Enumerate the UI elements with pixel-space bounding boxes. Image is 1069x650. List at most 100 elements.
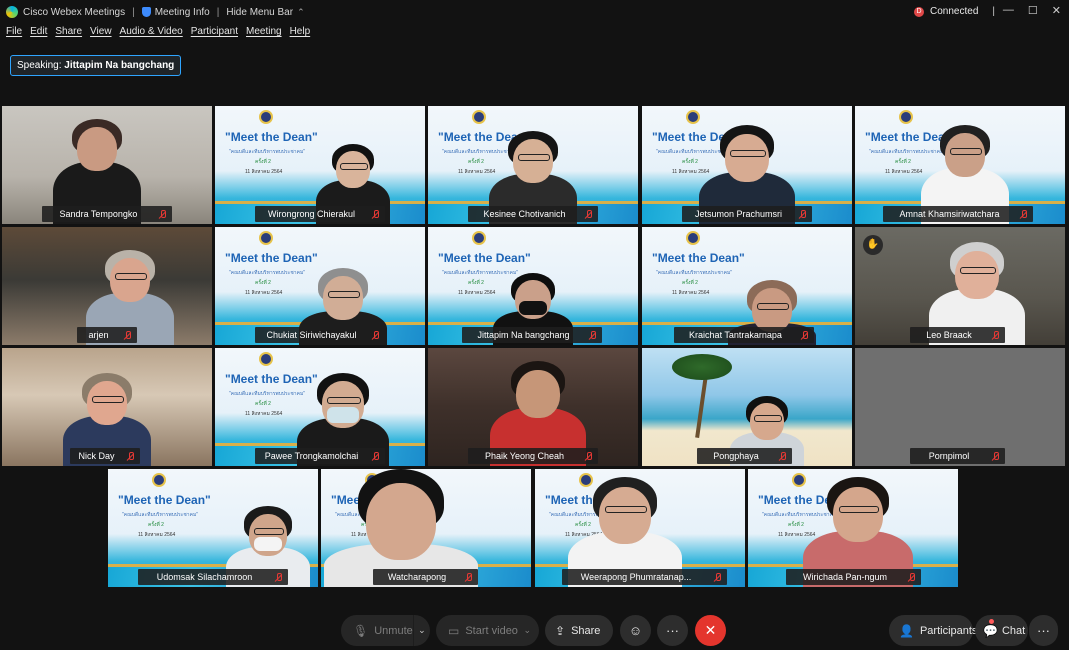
microphone-muted-icon — [159, 209, 166, 219]
participant-name-tag: Leo Braack — [910, 327, 1005, 343]
menu-meeting[interactable]: Meeting — [246, 26, 282, 42]
participant-video-tile[interactable]: "Meet the Dean""คณบดีและทีมบริหารพบประชา… — [108, 469, 318, 587]
participant-video-tile[interactable]: Sandra Tempongko — [2, 106, 212, 224]
participant-video-tile[interactable]: Nick Day — [2, 348, 212, 466]
microphone-muted-icon — [908, 572, 915, 582]
participant-video-tile[interactable]: "Meet the Dean""คณบดีและทีมบริหารพบประชา… — [535, 469, 745, 587]
participant-video-tile[interactable]: "Meet the Dean""คณบดีและทีมบริหารพบประชา… — [215, 227, 425, 345]
start-video-button[interactable]: ▭ Start video ⌄ — [436, 615, 539, 646]
menu-audio-video[interactable]: Audio & Video — [120, 26, 183, 42]
glasses — [730, 149, 766, 157]
glasses — [517, 154, 551, 161]
speaking-indicator: Speaking: Jittapim Na bangchang — [10, 55, 182, 76]
microphone-muted-icon — [1020, 209, 1027, 219]
microphone-muted-icon — [799, 209, 806, 219]
chevron-down-icon[interactable]: ⌄ — [412, 615, 430, 646]
menu-help[interactable]: Help — [290, 26, 311, 42]
participants-button[interactable]: 👤 Participants — [889, 615, 977, 646]
participant-name-tag: Kraichat Tantrakarnapa — [674, 327, 814, 343]
participant-video-tile[interactable]: "Meet the Dean""คณบดีและทีมบริหารพบประชา… — [215, 348, 425, 466]
glasses — [839, 505, 879, 513]
microphone-muted-icon — [585, 209, 592, 219]
participant-video-tile[interactable]: "Meet the Dean""คณบดีและทีมบริหารพบประชา… — [748, 469, 958, 587]
participant-video-tile[interactable]: Phaik Yeong Cheah — [428, 348, 638, 466]
participant-name-tag: Pawee Trongkamolchai — [255, 448, 385, 464]
participant-video-tile[interactable]: Pornpimol — [855, 348, 1065, 466]
participant-video-tile[interactable]: "Meet the Dean""คณบดีและทีมบริหารพบประชา… — [428, 227, 638, 345]
participant-name-tag: Chukiat Siriwichayakul — [255, 327, 385, 343]
app-title: Cisco Webex Meetings — [23, 6, 126, 18]
menu-view[interactable]: View — [90, 26, 112, 42]
participant-video-tile[interactable]: "Meet the Dean""คณบดีและทีมบริหารพบประชา… — [428, 106, 638, 224]
participant-video-tile[interactable]: arjen — [2, 227, 212, 345]
microphone-muted-icon — [124, 330, 131, 340]
participant-name-tag: Nick Day — [70, 448, 140, 464]
participant-name-tag: Weerapong Phumratanap... — [562, 569, 727, 585]
unmute-button[interactable]: 🎙 Unmute ⌄ — [341, 615, 430, 646]
glasses — [253, 528, 285, 536]
webex-logo-icon — [6, 6, 18, 18]
close-icon[interactable]: ✕ — [1052, 4, 1061, 17]
participant-name: Pongphaya — [713, 451, 759, 461]
face — [513, 139, 553, 184]
participant-video-tile[interactable]: "Meet the Dean""คณบดีและทีมบริหารพบประชา… — [642, 227, 852, 345]
face — [516, 369, 560, 418]
minimize-icon[interactable]: — — [1003, 4, 1014, 17]
glasses — [960, 266, 996, 274]
maximize-icon[interactable]: ☐ — [1028, 4, 1038, 17]
face — [752, 288, 792, 333]
face — [87, 381, 127, 426]
participant-video-tile[interactable]: ✋ Leo Braack — [855, 227, 1065, 345]
status-dot-icon: D — [914, 6, 925, 17]
leave-meeting-button[interactable]: ✕ — [695, 615, 726, 646]
microphone-muted-icon — [465, 572, 472, 582]
menu-share[interactable]: Share — [55, 26, 82, 42]
chevron-up-icon[interactable]: ⌃ — [297, 7, 305, 18]
glasses — [949, 148, 983, 155]
participant-name: Nick Day — [78, 451, 115, 461]
microphone-muted-icon — [992, 330, 999, 340]
microphone-muted-icon — [714, 572, 721, 582]
meeting-info-button[interactable]: Meeting Info — [155, 7, 210, 18]
chat-button[interactable]: 💬 Chat — [975, 615, 1028, 646]
chevron-down-icon[interactable]: ⌄ — [523, 625, 531, 636]
participant-name: Jetsumon Prachumsri — [694, 209, 783, 219]
participant-name-tag: Sandra Tempongko — [42, 206, 172, 222]
participant-video-tile[interactable]: "Meet the Dean""คณบดีและทีมบริหารพบประชา… — [855, 106, 1065, 224]
menu-edit[interactable]: Edit — [30, 26, 47, 42]
microphone-muted-icon — [372, 209, 379, 219]
participant-name-tag: Jittapim Na bangchang — [462, 327, 602, 343]
share-button[interactable]: ⇪ Share — [545, 615, 613, 646]
participant-name-tag: Jetsumon Prachumsri — [682, 206, 812, 222]
microphone-muted-icon — [585, 451, 592, 461]
glasses — [327, 396, 361, 404]
more-options-button[interactable]: ··· — [657, 615, 688, 646]
menu-file[interactable]: File — [6, 26, 22, 42]
notification-dot — [989, 619, 994, 624]
connection-label: Connected — [930, 6, 979, 17]
participant-name-tag: Phaik Yeong Cheah — [468, 448, 598, 464]
participant-name: Phaik Yeong Cheah — [484, 451, 565, 461]
participant-video-tile[interactable]: "Meet the Dean""คณบดีและทีมบริหารพบประชา… — [321, 469, 531, 587]
menu-bar: File Edit Share View Audio & Video Parti… — [0, 26, 312, 42]
shield-icon — [141, 7, 151, 17]
close-icon: ✕ — [704, 622, 717, 638]
hide-menu-bar-button[interactable]: Hide Menu Bar — [226, 7, 293, 18]
glasses — [91, 396, 125, 403]
more-panels-button[interactable]: ··· — [1029, 615, 1058, 646]
active-speaker-name: Jittapim Na bangchang — [64, 60, 175, 71]
participant-video-tile[interactable]: "Meet the Dean""คณบดีและทีมบริหารพบประชา… — [642, 106, 852, 224]
participant-video-tile[interactable]: Pongphaya — [642, 348, 852, 466]
microphone-muted-icon: 🎙 — [353, 623, 369, 638]
menu-participant[interactable]: Participant — [191, 26, 238, 42]
reactions-button[interactable]: ☺ — [620, 615, 651, 646]
meeting-controls: 🎙 Unmute ⌄ ▭ Start video ⌄ ⇪ Share ☺ ···… — [0, 612, 1069, 650]
microphone-muted-icon — [801, 330, 808, 340]
participant-video-tile[interactable]: "Meet the Dean""คณบดีและทีมบริหารพบประชา… — [215, 106, 425, 224]
participant-name: Wirichada Pan-ngum — [802, 572, 888, 582]
participant-name: Kraichat Tantrakarnapa — [689, 330, 782, 340]
microphone-muted-icon — [127, 451, 134, 461]
participant-name: arjen — [88, 330, 109, 340]
face — [599, 487, 651, 545]
connection-status[interactable]: D Connected | — [914, 6, 995, 17]
